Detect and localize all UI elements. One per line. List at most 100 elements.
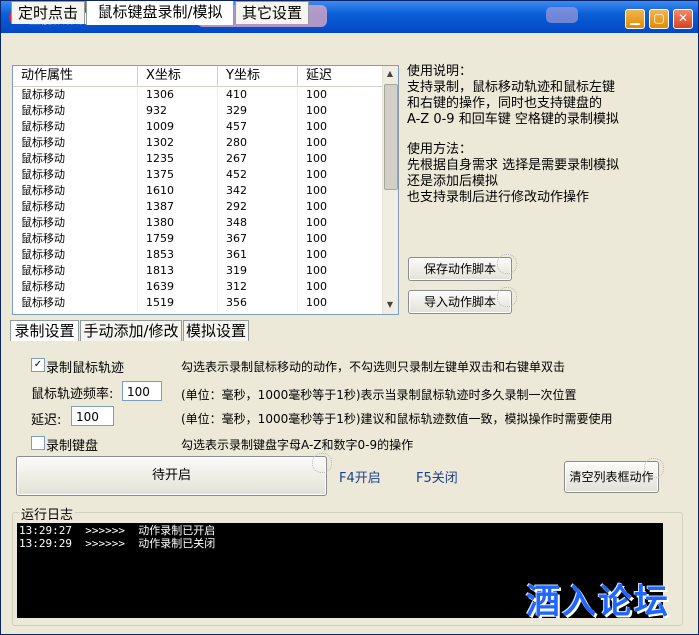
- vertical-scrollbar[interactable]: ▲ ▼: [382, 66, 398, 314]
- cell-delay: 100: [298, 247, 383, 263]
- save-script-button[interactable]: 保存动作脚本: [408, 254, 517, 281]
- log-line: 13:29:27 >>>>>> 动作录制已开启: [19, 524, 216, 537]
- cell-x: 1387: [138, 199, 218, 215]
- instructions-line: 支持录制，鼠标移动轨迹和鼠标左键: [407, 80, 616, 95]
- list-header: 动作属性 X坐标 Y坐标 延迟: [13, 66, 383, 87]
- table-row[interactable]: 鼠标移动 1610 342 100: [13, 183, 383, 199]
- table-row[interactable]: 鼠标移动 1375 452 100: [13, 167, 383, 183]
- forum-watermark: 酒入论坛: [526, 582, 670, 622]
- import-script-button[interactable]: 导入动作脚本: [408, 287, 517, 314]
- cell-x: 1639: [138, 279, 218, 295]
- cell-delay: 100: [298, 87, 383, 103]
- column-header-y[interactable]: Y坐标: [218, 66, 298, 86]
- cell-action: 鼠标移动: [13, 215, 138, 231]
- delay-note: (单位：毫秒，1000毫秒等于1秒)建议和鼠标轨迹数值一致，模拟操作时需要使用: [181, 412, 613, 426]
- instructions-panel: 使用说明： 支持录制，鼠标移动轨迹和鼠标左键 和右键的操作，同时也支持键盘的 A…: [407, 64, 677, 206]
- button-decoration-icon: [644, 458, 664, 478]
- cell-action: 鼠标移动: [13, 151, 138, 167]
- usage-line: 还是添加后模拟: [407, 174, 499, 189]
- clear-list-label: 清空列表框动作: [569, 470, 654, 484]
- cell-action: 鼠标移动: [13, 183, 138, 199]
- maximize-button[interactable]: ▢: [649, 9, 669, 29]
- cell-x: 1375: [138, 167, 218, 183]
- record-keyboard-checkbox[interactable]: [31, 436, 45, 450]
- table-row[interactable]: 鼠标移动 1235 267 100: [13, 151, 383, 167]
- mouse-frequency-input[interactable]: 100: [122, 381, 162, 401]
- table-row[interactable]: 鼠标移动 1009 457 100: [13, 119, 383, 135]
- cell-delay: 100: [298, 263, 383, 279]
- cell-y: 292: [218, 199, 298, 215]
- column-header-x[interactable]: X坐标: [138, 66, 218, 86]
- cell-action: 鼠标移动: [13, 231, 138, 247]
- usage-line: 也支持录制后进行修改动作操作: [407, 190, 590, 205]
- cell-action: 鼠标移动: [13, 247, 138, 263]
- list-rows: 鼠标移动 1306 410 100 鼠标移动 932 329 100 鼠标移动 1009 457 10…: [13, 87, 383, 311]
- cell-x: 1306: [138, 87, 218, 103]
- cell-y: 319: [218, 263, 298, 279]
- cell-y: 342: [218, 183, 298, 199]
- table-row[interactable]: 鼠标移动 1519 356 100: [13, 295, 383, 311]
- cell-x: 1302: [138, 135, 218, 151]
- record-mouse-checkbox[interactable]: ✓: [31, 358, 45, 372]
- cell-y: 356: [218, 295, 298, 311]
- mouse-frequency-label: 鼠标轨迹频率:: [31, 387, 114, 402]
- cell-delay: 100: [298, 279, 383, 295]
- cell-delay: 100: [298, 183, 383, 199]
- scrollbar-thumb[interactable]: [384, 84, 398, 190]
- tab-mouse-keyboard-record[interactable]: 鼠标键盘录制/模拟: [86, 1, 234, 25]
- mouse-frequency-note: (单位：毫秒，1000毫秒等于1秒)表示当录制鼠标轨迹时多久录制一次位置: [181, 388, 577, 402]
- action-list[interactable]: 动作属性 X坐标 Y坐标 延迟 鼠标移动 1306 410 100 鼠标移动 932 329…: [12, 65, 399, 315]
- cell-x: 932: [138, 103, 218, 119]
- delay-input[interactable]: 100: [71, 406, 114, 426]
- cell-delay: 100: [298, 231, 383, 247]
- cell-y: 267: [218, 151, 298, 167]
- table-row[interactable]: 鼠标移动 1380 348 100: [13, 215, 383, 231]
- cell-x: 1519: [138, 295, 218, 311]
- table-row[interactable]: 鼠标移动 1387 292 100: [13, 199, 383, 215]
- cell-action: 鼠标移动: [13, 263, 138, 279]
- column-header-action[interactable]: 动作属性: [13, 66, 138, 86]
- f4-hotkey-label: F4开启: [339, 471, 381, 486]
- table-row[interactable]: 鼠标移动 1302 280 100: [13, 135, 383, 151]
- close-button[interactable]: ✕: [673, 9, 693, 29]
- record-keyboard-label: 录制键盘: [46, 439, 99, 454]
- cell-y: 312: [218, 279, 298, 295]
- save-script-label: 保存动作脚本: [423, 262, 496, 276]
- table-row[interactable]: 鼠标移动 932 329 100: [13, 103, 383, 119]
- table-row[interactable]: 鼠标移动 1813 319 100: [13, 263, 383, 279]
- start-record-button[interactable]: 待开启: [16, 453, 332, 496]
- usage-line: 先根据自身需求 选择是需要录制模拟: [407, 158, 620, 173]
- table-row[interactable]: 鼠标移动 1306 410 100: [13, 87, 383, 103]
- scroll-up-icon[interactable]: ▲: [384, 67, 396, 81]
- cell-y: 348: [218, 215, 298, 231]
- cell-action: 鼠标移动: [13, 167, 138, 183]
- column-header-delay[interactable]: 延迟: [298, 66, 383, 86]
- instructions-line: 和右键的操作，同时也支持键盘的: [407, 96, 603, 111]
- minimize-button[interactable]: ▁: [625, 9, 645, 29]
- cell-action: 鼠标移动: [13, 279, 138, 295]
- button-decoration-icon: [312, 453, 332, 473]
- tab-timed-click[interactable]: 定时点击: [11, 1, 85, 24]
- tab-other-settings[interactable]: 其它设置: [235, 1, 309, 24]
- record-mouse-label: 录制鼠标轨迹: [46, 361, 125, 376]
- table-row[interactable]: 鼠标移动 1639 312 100: [13, 279, 383, 295]
- subtab-manual-add-edit[interactable]: 手动添加/修改: [80, 320, 182, 341]
- cell-delay: 100: [298, 295, 383, 311]
- cell-y: 329: [218, 103, 298, 119]
- cell-x: 1759: [138, 231, 218, 247]
- log-title: 运行日志: [19, 504, 76, 523]
- subtab-record-settings[interactable]: 录制设置: [10, 320, 79, 341]
- cell-action: 鼠标移动: [13, 87, 138, 103]
- scroll-down-icon[interactable]: ▼: [384, 298, 396, 312]
- subtab-simulate-settings[interactable]: 模拟设置: [183, 320, 249, 341]
- clear-list-button[interactable]: 清空列表框动作: [564, 458, 664, 493]
- f5-hotkey-label: F5关闭: [416, 471, 458, 486]
- cell-y: 367: [218, 231, 298, 247]
- table-row[interactable]: 鼠标移动 1759 367 100: [13, 231, 383, 247]
- cell-delay: 100: [298, 167, 383, 183]
- cell-delay: 100: [298, 103, 383, 119]
- button-decoration-icon: [497, 254, 517, 274]
- cell-x: 1009: [138, 119, 218, 135]
- cell-action: 鼠标移动: [13, 295, 138, 311]
- table-row[interactable]: 鼠标移动 1853 361 100: [13, 247, 383, 263]
